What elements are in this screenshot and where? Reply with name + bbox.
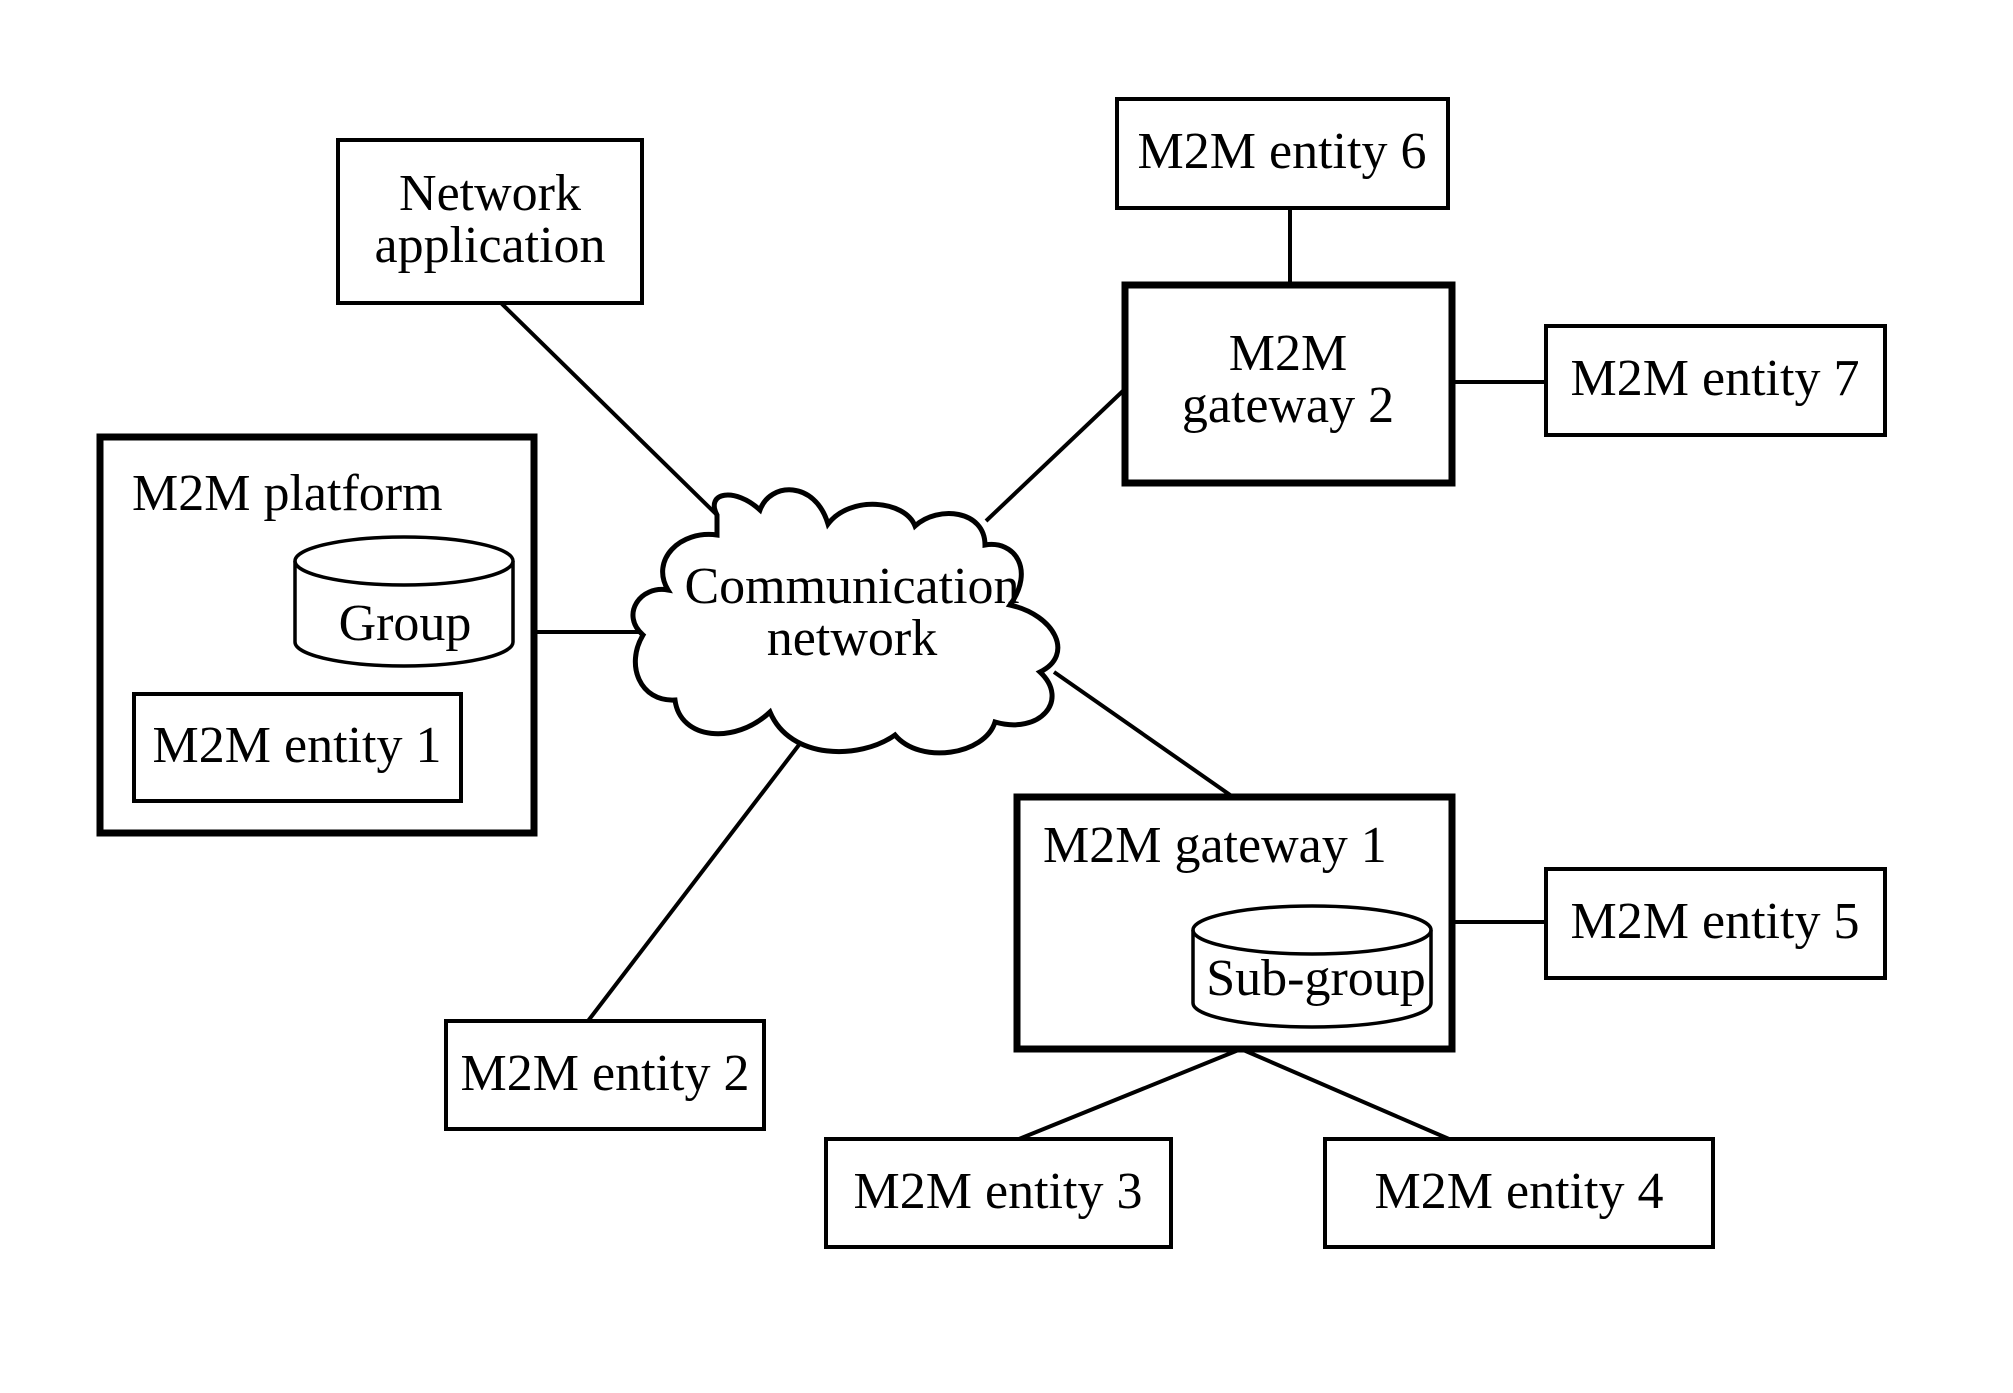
network-application-label-line1: Network	[399, 165, 581, 222]
m2m-entity-1-label: M2M entity 1	[153, 717, 442, 774]
m2m-gateway-2-label-line1: M2M	[1229, 325, 1347, 382]
m2m-entity-3-node[interactable]: M2M entity 3	[824, 1137, 1173, 1249]
m2m-entity-5-node[interactable]: M2M entity 5	[1544, 867, 1887, 980]
m2m-entity-6-node[interactable]: M2M entity 6	[1115, 97, 1450, 210]
cloud-label-line1: Communication	[684, 558, 1019, 615]
subgroup-label: Sub-group	[1206, 950, 1426, 1007]
network-application-node[interactable]: Network application	[336, 138, 644, 305]
link-gateway2-cloud	[984, 387, 1127, 523]
m2m-entity-3-label: M2M entity 3	[854, 1163, 1143, 1220]
m2m-gateway-2-node[interactable]: M2M gateway 2	[1121, 281, 1456, 487]
m2m-entity-2-label: M2M entity 2	[461, 1045, 750, 1102]
communication-network-cloud[interactable]: Communication network	[630, 487, 1061, 756]
group-label: Group	[339, 595, 472, 652]
m2m-network-diagram: Network application M2M entity 6 M2M gat…	[96, 97, 1887, 1249]
link-entity2-cloud	[586, 735, 807, 1023]
m2m-entity-6-label: M2M entity 6	[1138, 123, 1427, 180]
m2m-entity-7-node[interactable]: M2M entity 7	[1544, 324, 1887, 437]
group-cylinder-top	[293, 535, 515, 587]
subgroup-cylinder-top	[1191, 904, 1433, 956]
m2m-entity-7-label: M2M entity 7	[1571, 350, 1860, 407]
m2m-entity-4-node[interactable]: M2M entity 4	[1323, 1137, 1715, 1249]
m2m-entity-2-node[interactable]: M2M entity 2	[444, 1019, 766, 1131]
group-database-icon[interactable]: Group	[293, 535, 515, 668]
link-entity4-gateway1	[1240, 1047, 1450, 1141]
m2m-gateway-2-label-line2: gateway 2	[1182, 377, 1394, 434]
cloud-label-line2: network	[767, 610, 937, 667]
subgroup-database-icon[interactable]: Sub-group	[1191, 904, 1433, 1029]
m2m-gateway-1-node[interactable]: M2M gateway 1 Sub-group	[1013, 793, 1456, 1053]
network-application-label-line2: application	[374, 217, 605, 274]
link-entity3-gateway1	[1018, 1047, 1242, 1141]
link-gateway1-cloud	[1052, 670, 1235, 799]
m2m-platform-title: M2M platform	[132, 465, 443, 522]
m2m-platform-node[interactable]: M2M platform Group M2M entity 1	[96, 433, 538, 837]
m2m-gateway-1-title: M2M gateway 1	[1043, 817, 1387, 874]
m2m-entity-4-label: M2M entity 4	[1375, 1163, 1664, 1220]
m2m-entity-5-label: M2M entity 5	[1571, 893, 1860, 950]
